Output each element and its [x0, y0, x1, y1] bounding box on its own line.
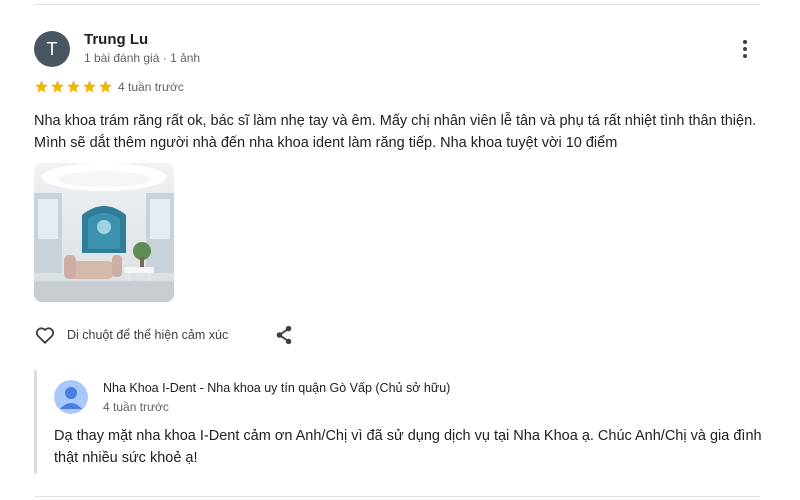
star-icon — [83, 80, 96, 93]
top-divider — [34, 4, 760, 5]
review-time: 4 tuần trước — [118, 80, 184, 94]
reply-indent-bar — [34, 370, 37, 474]
owner-reply-text: Dạ thay mặt nha khoa I-Dent cảm ơn Anh/C… — [54, 428, 762, 466]
heart-icon[interactable] — [34, 324, 56, 346]
star-icon — [35, 80, 48, 93]
owner-name[interactable]: Nha Khoa I-Dent - Nha khoa uy tín quận G… — [103, 381, 450, 395]
star-icon — [99, 80, 112, 93]
review-photo[interactable] — [34, 163, 174, 302]
star-rating — [34, 79, 114, 94]
owner-avatar[interactable] — [54, 380, 88, 414]
reviewer-meta: 1 bài đánh giá · 1 ảnh — [84, 51, 201, 65]
avatar-initial: T — [46, 38, 58, 59]
star-icon — [67, 80, 80, 93]
owner-reply-time: 4 tuần trước — [103, 400, 169, 414]
share-icon[interactable] — [273, 324, 295, 346]
reviewer-name[interactable]: Trung Lu — [84, 31, 148, 48]
bottom-divider — [34, 496, 760, 497]
star-icon — [51, 80, 64, 93]
more-vert-icon[interactable] — [733, 36, 757, 62]
reviewer-avatar[interactable]: T — [34, 31, 70, 67]
react-label[interactable]: Di chuột để thể hiện cảm xúc — [67, 328, 228, 342]
review-text: Nha khoa trám răng rất ok, bác sĩ làm nh… — [34, 113, 757, 151]
